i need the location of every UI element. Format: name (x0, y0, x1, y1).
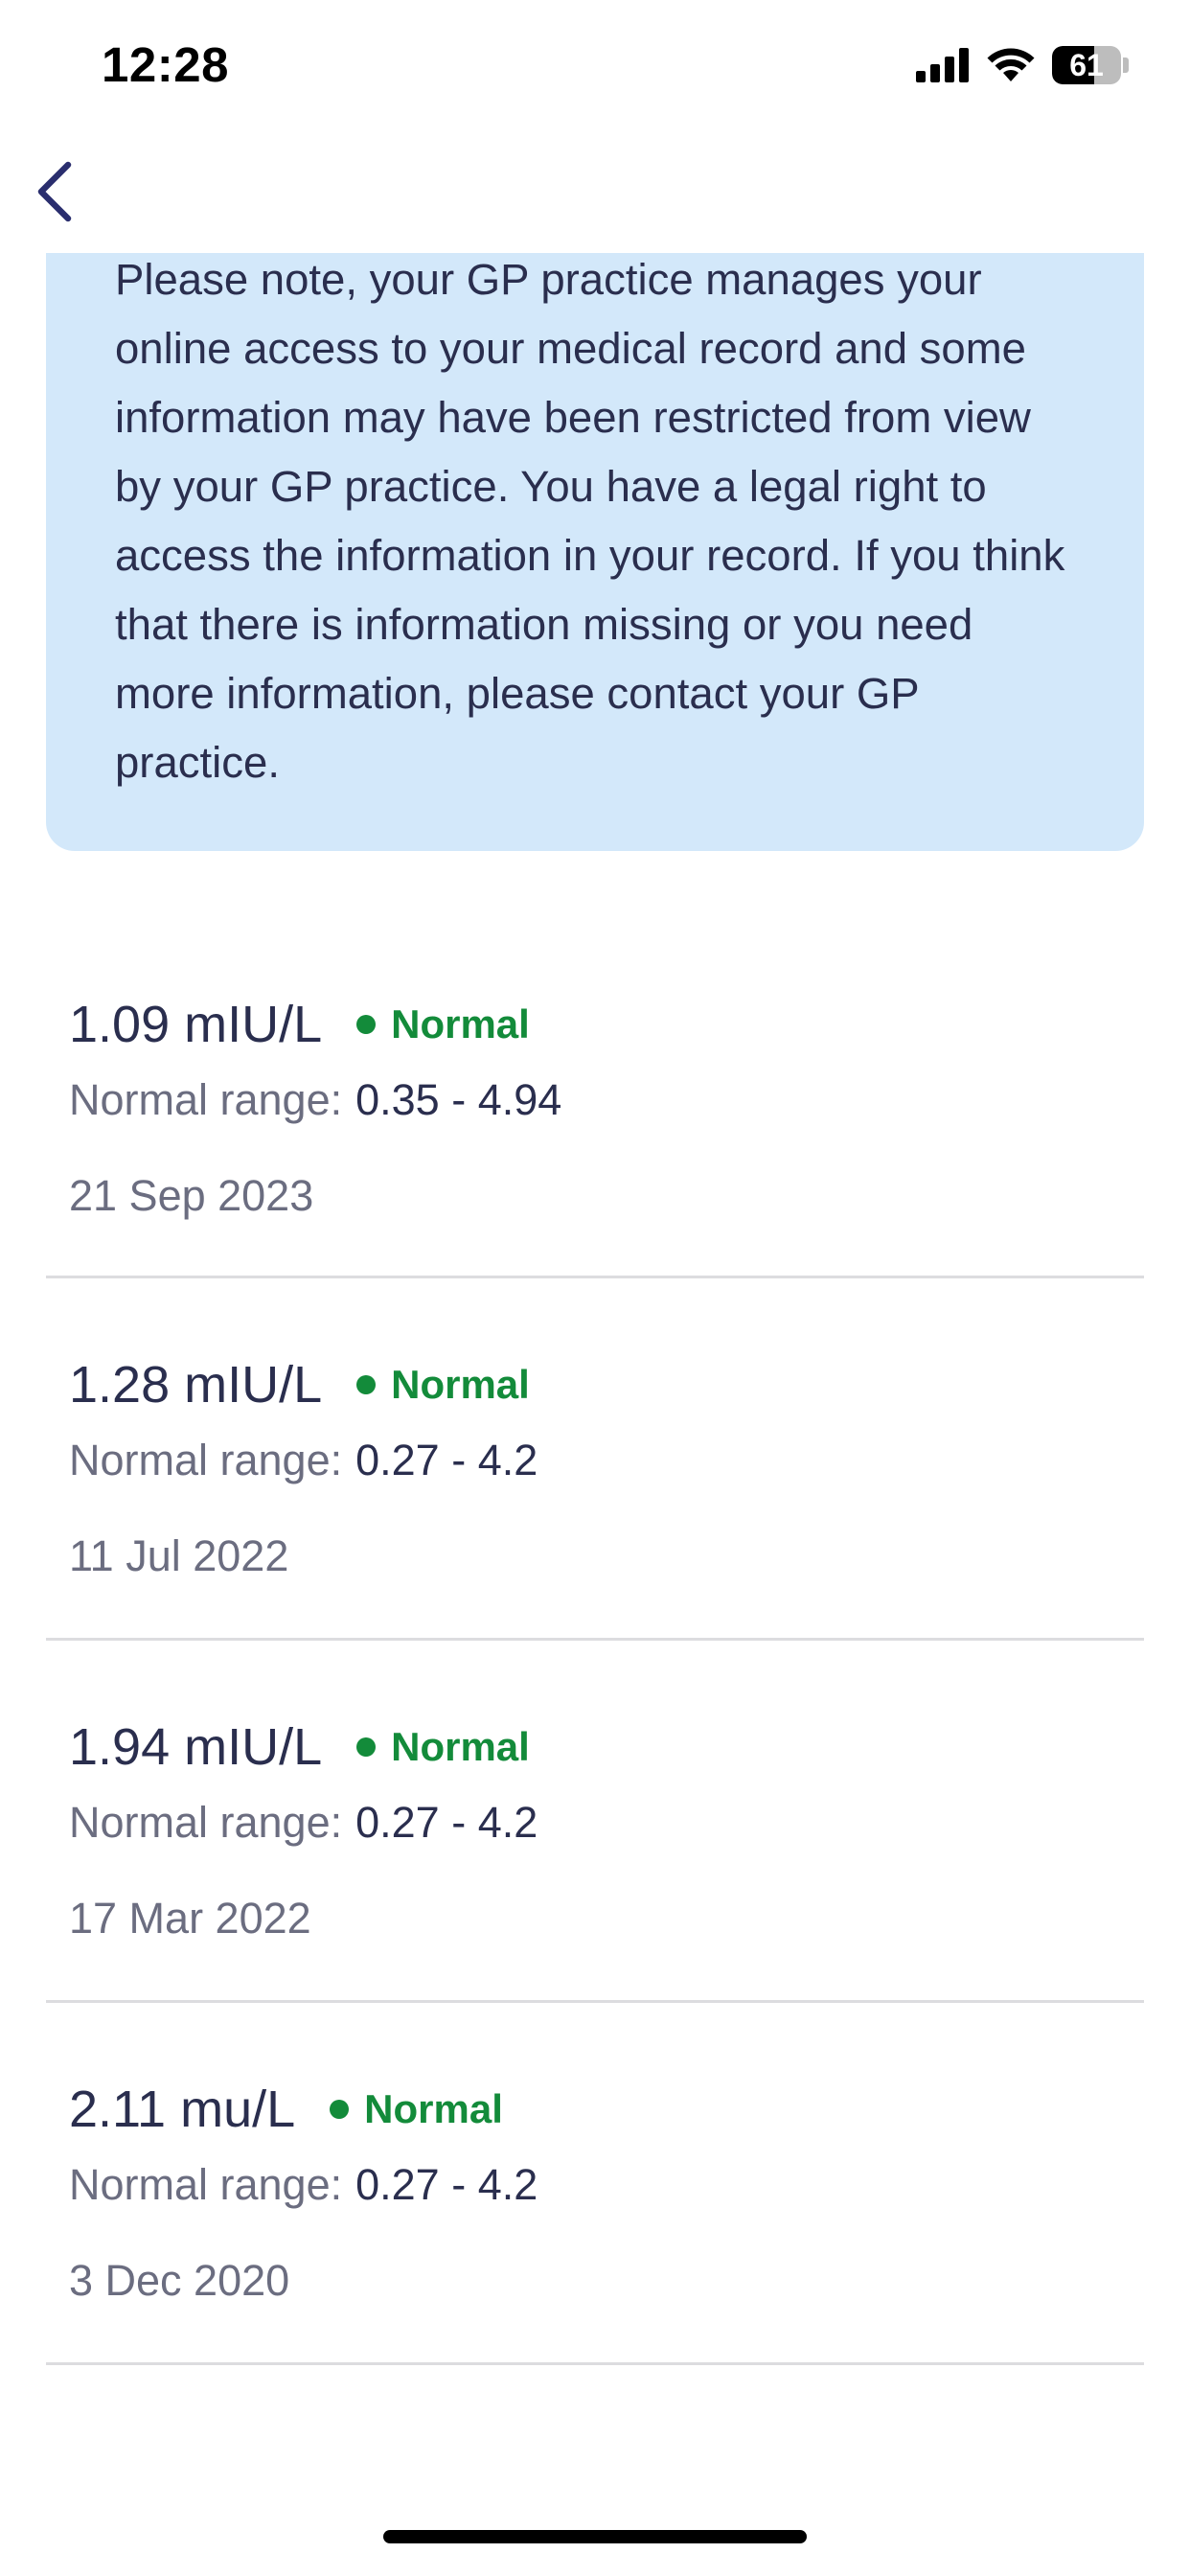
range-label: Normal range: (69, 2160, 343, 2209)
status-bar: 12:28 61 (0, 0, 1190, 134)
chevron-left-icon (37, 161, 72, 222)
range-value: 0.27 - 4.2 (355, 1436, 538, 1484)
gp-access-notice: Please note, your GP practice manages yo… (46, 253, 1144, 851)
result-date: 21 Sep 2023 (69, 1171, 314, 1220)
battery-icon: 61 (1052, 46, 1129, 84)
result-value-row: 2.11 mu/L Normal (69, 2080, 503, 2139)
range-label: Normal range: (69, 1075, 343, 1124)
result-value: 1.28 mIU/L (69, 1356, 323, 1414)
result-item[interactable]: 1.28 mIU/L Normal Normal range: 0.27 - 4.… (46, 1278, 1144, 1641)
result-value: 1.09 mIU/L (69, 996, 323, 1053)
result-value: 2.11 mu/L (69, 2081, 296, 2138)
home-indicator[interactable] (383, 2530, 807, 2543)
battery-level: 61 (1069, 48, 1104, 82)
result-value-row: 1.09 mIU/L Normal (69, 995, 530, 1054)
result-date: 3 Dec 2020 (69, 2256, 290, 2305)
range-value: 0.35 - 4.94 (355, 1075, 562, 1124)
range-label: Normal range: (69, 1436, 343, 1484)
status-badge: Normal (391, 1001, 530, 1046)
notice-text: Please note, your GP practice manages yo… (115, 255, 1065, 787)
status-badge: Normal (391, 1362, 530, 1407)
result-item[interactable]: 2.11 mu/L Normal Normal range: 0.27 - 4.2… (46, 2003, 1144, 2365)
range-label: Normal range: (69, 1798, 343, 1847)
status-dot-icon (356, 1375, 377, 1394)
status-dot-icon (330, 2100, 350, 2119)
result-value: 1.94 mIU/L (69, 1718, 323, 1776)
result-item[interactable]: 1.94 mIU/L Normal Normal range: 0.27 - 4.… (46, 1641, 1144, 2003)
result-value-row: 1.28 mIU/L Normal (69, 1355, 530, 1414)
status-dot-icon (356, 1737, 377, 1757)
result-date: 11 Jul 2022 (69, 1531, 289, 1580)
result-date: 17 Mar 2022 (69, 1894, 311, 1943)
status-icons: 61 (916, 44, 1129, 86)
status-badge: Normal (364, 2086, 503, 2131)
result-value-row: 1.94 mIU/L Normal (69, 1717, 530, 1777)
results-list: 1.09 mIU/L Normal Normal range: 0.35 - 4.… (46, 958, 1144, 2365)
normal-range: Normal range: 0.27 - 4.2 (69, 2160, 538, 2210)
wifi-icon (987, 48, 1035, 81)
status-time: 12:28 (102, 37, 229, 92)
range-value: 0.27 - 4.2 (355, 2160, 538, 2209)
normal-range: Normal range: 0.35 - 4.94 (69, 1075, 561, 1125)
status-badge: Normal (391, 1724, 530, 1769)
normal-range: Normal range: 0.27 - 4.2 (69, 1798, 538, 1848)
signal-icon (916, 48, 969, 82)
back-button[interactable] (21, 153, 88, 230)
range-value: 0.27 - 4.2 (355, 1798, 538, 1847)
normal-range: Normal range: 0.27 - 4.2 (69, 1436, 538, 1485)
status-dot-icon (356, 1015, 377, 1034)
result-item[interactable]: 1.09 mIU/L Normal Normal range: 0.35 - 4.… (46, 958, 1144, 1278)
